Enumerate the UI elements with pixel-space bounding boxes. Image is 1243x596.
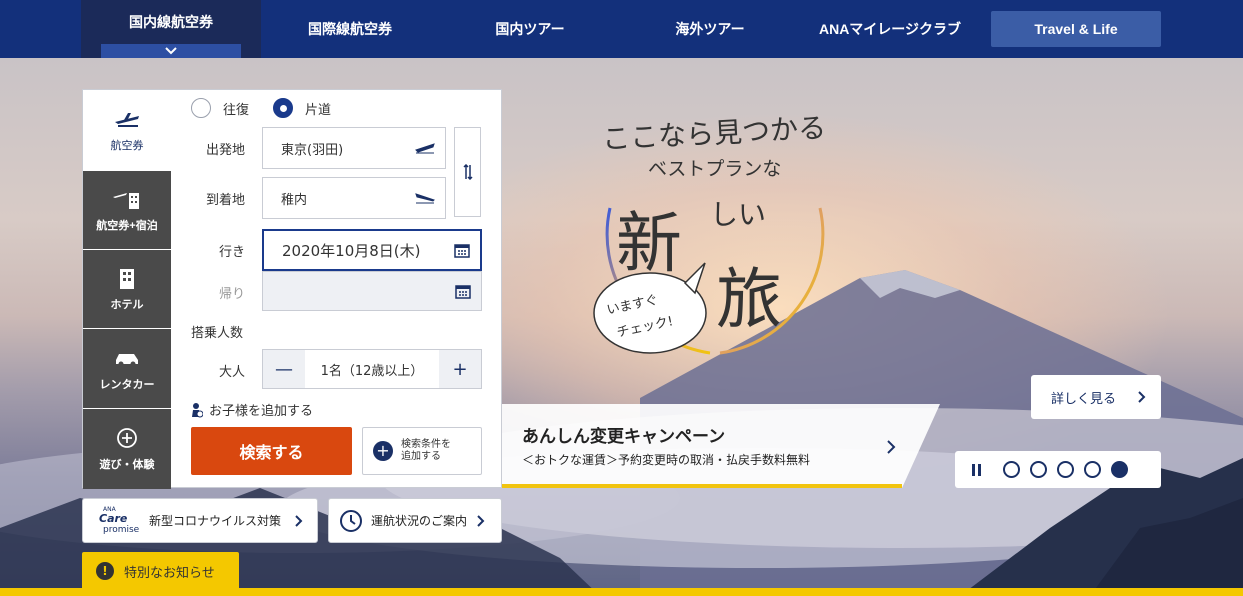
headline-big2: 旅 [716,261,782,338]
tab-flight-hotel[interactable]: 航空券+宿泊 [83,171,171,249]
departure-label: 出発地 [205,143,245,158]
tab-hotel[interactable]: ホテル [83,250,171,328]
arrival-value: 稚内 [281,192,308,208]
carousel-dot-4[interactable] [1084,461,1101,478]
swap-airports-button[interactable] [454,127,481,217]
add-child-label: お子様を追加する [209,404,314,419]
top-navigation: 国内線航空券 国際線航空券 国内ツアー 海外ツアー ANAマイレージクラブ Tr… [0,0,1243,58]
adult-stepper: — 1名（12歳以上） + [262,349,482,389]
chevron-right-icon [887,440,896,454]
special-notice-label: 特別なお知らせ [124,565,215,581]
return-date-field[interactable] [262,271,482,311]
chevron-right-icon [295,514,303,527]
outbound-date-value: 2020年10月8日(木) [282,241,421,260]
chevron-right-icon [477,514,485,527]
carousel-dot-1[interactable] [1003,461,1020,478]
flight-status-label: 運航状況のご案内 [371,514,468,528]
carousel-dot-5[interactable] [1111,461,1128,478]
see-details-label: 詳しく見る [1051,391,1117,407]
calendar-icon [454,244,470,258]
radio-round-trip[interactable] [191,98,211,118]
plus-icon: + [373,441,393,461]
tab-activities[interactable]: 遊び・体験 [83,409,171,489]
plane-hotel-icon [113,193,139,209]
swap-arrows-icon [462,164,473,180]
nav-mileage-club[interactable]: ANAマイレージクラブ [800,0,980,58]
campaign-banner[interactable]: あんしん変更キャンペーン ＜おトクな運賃＞予約変更時の取消・払戻手数料無料 [500,404,940,488]
special-notice-tab[interactable]: ! 特別なお知らせ [82,552,239,590]
departure-field[interactable]: 東京(羽田) [262,127,446,169]
headline-big1: 新 [616,205,682,282]
care-promise-logo: ANA Care promise [99,505,140,535]
arrival-field[interactable]: 稚内 [262,177,446,219]
takeoff-icon [415,143,435,154]
adult-label: 大人 [218,365,245,380]
tab-rental-car[interactable]: レンタカー [83,329,171,408]
tab-activities-label: 遊び・体験 [99,459,155,471]
carousel-dot-3[interactable] [1057,461,1074,478]
warning-icon: ! [96,562,114,580]
car-icon [116,353,138,366]
landing-icon [415,193,435,204]
covid-measures-label: 新型コロナウイルス対策 [149,514,282,528]
nav-international-flights[interactable]: 国際線航空券 [275,0,425,58]
carousel-controls [955,451,1161,488]
clock-icon [340,509,362,532]
campaign-title: あんしん変更キャンペーン [522,427,726,446]
flight-search-panel: 航空券 航空券+宿泊 ホテル レンタカー 遊び・体験 往復 片道 出発地 東京(… [82,89,502,489]
radio-one-way[interactable] [273,98,294,118]
conditions-line1: 検索条件を [401,438,451,450]
nav-domestic-tours[interactable]: 国内ツアー [455,0,605,58]
adult-decrement-button[interactable]: — [263,350,305,388]
calendar-icon [455,285,471,299]
headline-line2: ベストプランな [648,158,782,180]
adult-increment-button[interactable]: + [439,350,481,388]
adult-count-value: 1名（12歳以上） [305,350,439,388]
chevron-down-icon [165,47,177,55]
headline-small: しい [710,198,767,231]
notice-bar [0,588,1243,596]
child-icon [192,402,203,417]
nav-overseas-tours[interactable]: 海外ツアー [635,0,785,58]
tab-flights[interactable]: 航空券 [83,90,171,170]
tab-flight-hotel-label: 航空券+宿泊 [96,220,158,232]
arrival-label: 到着地 [205,193,245,208]
nav-label-domestic: 国内線航空券 [129,14,213,30]
nav-travel-life[interactable]: Travel & Life [991,11,1161,47]
see-details-button[interactable]: 詳しく見る [1031,375,1161,419]
trip-type-selector: 往復 片道 [191,98,331,118]
building-icon [120,269,134,289]
campaign-subtitle: ＜おトクな運賃＞予約変更時の取消・払戻手数料無料 [522,453,811,467]
radio-one-way-label: 片道 [305,102,332,118]
search-button[interactable]: 検索する [191,427,352,475]
nav-caret [101,44,241,58]
tab-flights-label: 航空券 [110,140,144,152]
nav-domestic-flights[interactable]: 国内線航空券 [81,0,261,58]
tab-hotel-label: ホテル [110,299,144,311]
radio-round-trip-label: 往復 [223,102,250,118]
departure-value: 東京(羽田) [281,142,344,158]
plus-circle-icon [117,428,137,448]
pause-icon[interactable] [971,463,983,477]
return-label: 帰り [218,287,245,302]
add-conditions-button[interactable]: + 検索条件を 追加する [362,427,482,475]
tab-rental-car-label: レンタカー [99,378,155,391]
passengers-heading: 搭乗人数 [191,326,244,341]
airplane-icon [115,113,139,127]
chevron-right-icon [1138,391,1146,403]
hero-headline: ここなら見つかる ベストプランな 新 しい 旅 いますぐ チェック! [590,98,850,398]
covid-measures-button[interactable]: ANA Care promise 新型コロナウイルス対策 [82,498,318,543]
outbound-label: 行き [218,245,245,260]
outbound-date-field[interactable]: 2020年10月8日(木) [262,229,482,271]
add-child-link[interactable]: お子様を追加する [191,400,313,419]
conditions-line2: 追加する [401,451,441,462]
carousel-dot-2[interactable] [1030,461,1047,478]
flight-status-button[interactable]: 運航状況のご案内 [328,498,502,543]
